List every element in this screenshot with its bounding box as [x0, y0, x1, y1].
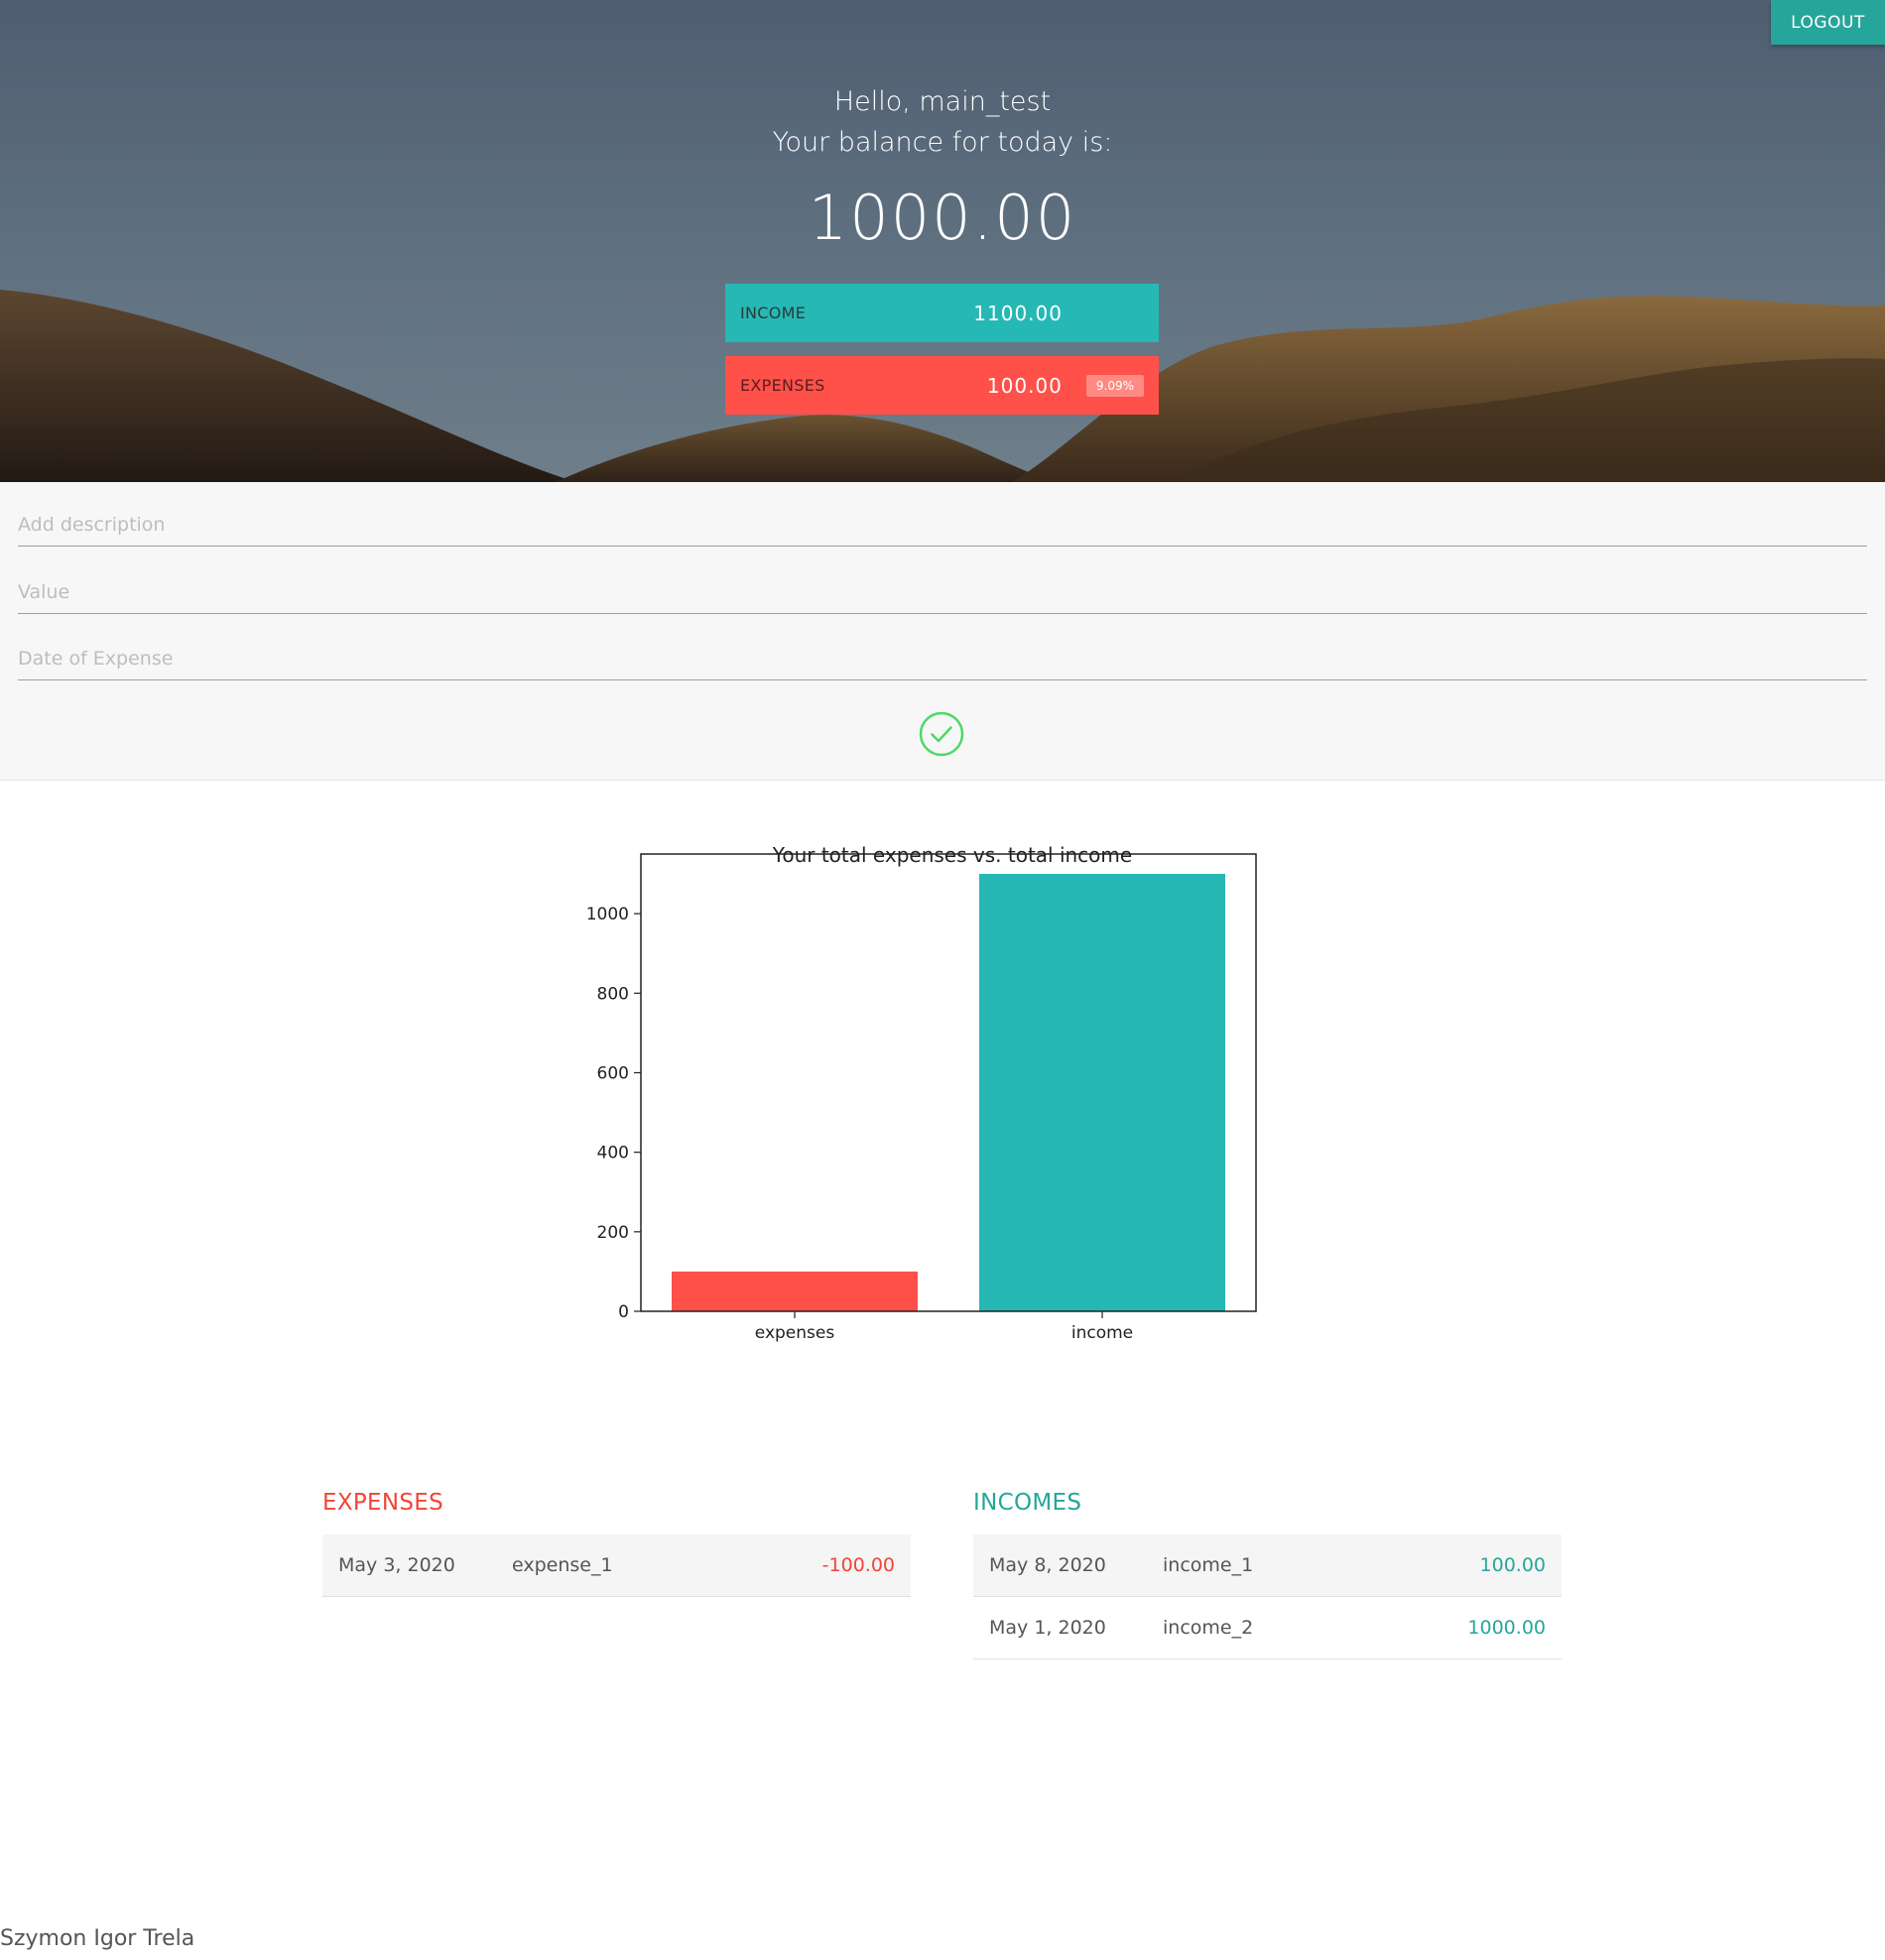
expenses-list-title: EXPENSES [322, 1490, 444, 1516]
date-input[interactable] [18, 638, 1867, 680]
list-item-description: income_2 [1163, 1617, 1254, 1639]
bar-chart: Your total expenses vs. total income 0 20… [586, 843, 1257, 1343]
list-item-amount: 100.00 [1479, 1554, 1546, 1576]
y-tick-label: 600 [597, 1063, 629, 1083]
add-entry-form [0, 482, 1885, 781]
expenses-label: EXPENSES [740, 376, 825, 395]
list-item-amount: -100.00 [821, 1554, 895, 1576]
list-item-description: income_1 [1163, 1554, 1254, 1576]
chart-title: Your total expenses vs. total income [772, 843, 1132, 867]
hero-banner: LOGOUT Hello, main_test Your balance for… [0, 0, 1885, 482]
income-label: INCOME [740, 304, 807, 322]
bar-income [979, 874, 1225, 1311]
greeting-balance-caption: Your balance for today is: [772, 127, 1113, 158]
bar-expenses [672, 1271, 918, 1311]
greeting: Hello, main_test Your balance for today … [0, 81, 1885, 163]
footer-author: Szymon Igor Trela [0, 1926, 195, 1951]
logout-button[interactable]: LOGOUT [1771, 0, 1885, 45]
y-tick-label: 200 [597, 1223, 629, 1243]
y-tick-label: 400 [597, 1144, 629, 1164]
list-item[interactable]: May 8, 2020 income_1 100.00 [973, 1534, 1562, 1597]
greeting-hello: Hello, main_test [833, 86, 1052, 117]
incomes-list-title: INCOMES [973, 1490, 1082, 1516]
list-item-amount: 1000.00 [1467, 1617, 1546, 1639]
balance-amount: 1000.00 [808, 182, 1077, 254]
check-circle-icon [919, 711, 964, 757]
description-input[interactable] [18, 504, 1867, 547]
list-item[interactable]: May 3, 2020 expense_1 -100.00 [322, 1534, 911, 1597]
y-tick-label: 800 [597, 984, 629, 1004]
income-value: 1100.00 [973, 301, 1063, 325]
expenses-value: 100.00 [986, 373, 1063, 398]
list-item-date: May 8, 2020 [989, 1554, 1106, 1576]
submit-button[interactable] [919, 711, 964, 757]
list-item[interactable]: May 1, 2020 income_2 1000.00 [973, 1597, 1562, 1659]
list-item-description: expense_1 [512, 1554, 613, 1576]
list-item-date: May 3, 2020 [338, 1554, 455, 1576]
x-tick-label: expenses [755, 1323, 835, 1343]
expenses-percent-badge: 9.09% [1085, 374, 1144, 397]
incomes-list: May 8, 2020 income_1 100.00 May 1, 2020 inco… [973, 1534, 1562, 1659]
expenses-summary: EXPENSES 100.00 9.09% [725, 356, 1159, 415]
x-tick-label: income [1071, 1323, 1133, 1343]
value-input[interactable] [18, 571, 1867, 614]
y-tick-label: 1000 [586, 905, 629, 924]
expenses-vs-income-chart: Your total expenses vs. total income 0 20… [556, 813, 1290, 1349]
y-tick-label: 0 [618, 1302, 629, 1322]
list-item-date: May 1, 2020 [989, 1617, 1106, 1639]
income-summary: INCOME 1100.00 [725, 284, 1159, 342]
expenses-list: May 3, 2020 expense_1 -100.00 [322, 1534, 911, 1597]
